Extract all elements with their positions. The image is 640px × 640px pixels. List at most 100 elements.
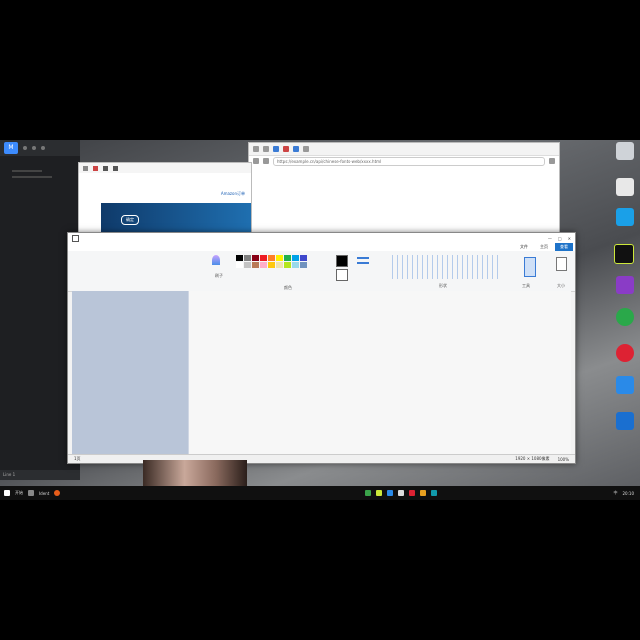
- window-controls: — □ ✕: [548, 236, 571, 241]
- palette-swatch[interactable]: [284, 255, 291, 261]
- palette-swatch[interactable]: [292, 255, 299, 261]
- tab-icon[interactable]: [293, 146, 299, 152]
- palette-swatch[interactable]: [276, 255, 283, 261]
- image-tools-group: 工具: [506, 253, 546, 289]
- app-banner-button[interactable]: 确定: [121, 215, 139, 225]
- app-shortcut-icon[interactable]: [616, 276, 634, 294]
- palette-swatch[interactable]: [260, 255, 267, 261]
- tab-icon[interactable]: [273, 146, 279, 152]
- paint-titlebar: — □ ✕: [68, 233, 575, 243]
- app-icon[interactable]: [409, 490, 416, 496]
- code-line: [12, 170, 42, 172]
- size-group: [353, 253, 373, 289]
- ide-toolbar: M: [0, 140, 80, 156]
- app-shortcut-icon[interactable]: [614, 244, 634, 264]
- tools-group-label: 工具: [522, 283, 530, 288]
- color2-swatch[interactable]: [336, 269, 348, 281]
- address-input[interactable]: https://example.cn/api/chinese-fonts-web…: [273, 156, 545, 166]
- app-shortcut-icon[interactable]: [616, 208, 634, 226]
- shapes-gallery[interactable]: [388, 255, 498, 279]
- home-icon[interactable]: [263, 158, 269, 164]
- palette-swatch[interactable]: [292, 262, 299, 268]
- tab-icon[interactable]: [283, 146, 289, 152]
- color-palette: [236, 255, 307, 268]
- ide-menu-icon[interactable]: [41, 146, 45, 150]
- tab-view[interactable]: 查看: [555, 243, 573, 251]
- ide-logo-icon[interactable]: M: [4, 142, 18, 154]
- app-icon[interactable]: [387, 490, 394, 496]
- size-line-icon[interactable]: [357, 257, 369, 259]
- back-icon[interactable]: [253, 146, 259, 152]
- search-icon[interactable]: [28, 490, 34, 496]
- palette-swatch[interactable]: [268, 255, 275, 261]
- wechat-icon[interactable]: [616, 308, 634, 326]
- tab-home[interactable]: 主页: [535, 243, 553, 251]
- clock[interactable]: 20:10: [622, 491, 634, 496]
- app-icon[interactable]: [398, 490, 405, 496]
- recycle-bin-icon[interactable]: [616, 142, 634, 160]
- window-icon: [72, 234, 79, 242]
- tools-group: 刷子: [204, 253, 234, 289]
- palette-swatch[interactable]: [268, 262, 275, 268]
- clipboard-icon[interactable]: [556, 257, 567, 271]
- shapes-group: 形状: [388, 253, 498, 289]
- tab-icon[interactable]: [303, 146, 309, 152]
- app-icon[interactable]: [376, 490, 383, 496]
- app-icon[interactable]: [54, 490, 61, 496]
- ide-menu-icon[interactable]: [32, 146, 36, 150]
- ide-menu-icon[interactable]: [23, 146, 27, 150]
- palette-swatch[interactable]: [252, 262, 259, 268]
- paint-window: — □ ✕ 文件 主页 查看 刷子 颜色 形状 工具 大小 1页 1920 × …: [67, 232, 576, 464]
- palette-swatch[interactable]: [236, 255, 243, 261]
- selection-pane: [72, 291, 188, 454]
- app-shortcut-icon[interactable]: [616, 376, 634, 394]
- app-icon[interactable]: [365, 490, 372, 496]
- code-line: [12, 176, 52, 178]
- drawing-canvas[interactable]: [189, 291, 571, 454]
- home-icon[interactable]: [113, 165, 118, 171]
- back-icon[interactable]: [83, 165, 88, 171]
- paste-group: 大小: [550, 253, 572, 289]
- palette-swatch[interactable]: [300, 262, 307, 268]
- search-text[interactable]: Ident: [39, 491, 49, 496]
- minimize-button[interactable]: —: [548, 236, 552, 241]
- app-shortcut-icon[interactable]: [616, 412, 634, 430]
- system-tray: 中 20:10: [613, 490, 640, 496]
- start-label[interactable]: 开始: [15, 490, 23, 496]
- palette-swatch[interactable]: [244, 262, 251, 268]
- shapes-group-label: 形状: [439, 283, 447, 288]
- size-group-label: 大小: [557, 283, 565, 288]
- palette-swatch[interactable]: [276, 262, 283, 268]
- close-button[interactable]: ✕: [568, 236, 571, 241]
- app-link[interactable]: Amazon订单: [221, 191, 245, 197]
- photo-thumbnail: [143, 460, 247, 488]
- desktop: M Line 1 https://example.cn/api/chinese-…: [0, 140, 640, 500]
- start-icon[interactable]: [4, 490, 10, 496]
- lang-indicator[interactable]: 中: [613, 490, 617, 496]
- palette-swatch[interactable]: [244, 255, 251, 261]
- app-icon[interactable]: [93, 165, 98, 171]
- app-icon[interactable]: [431, 490, 438, 496]
- maximize-button[interactable]: □: [558, 236, 562, 241]
- color1-swatch[interactable]: [336, 255, 348, 267]
- browser-tabbar: [249, 143, 559, 156]
- refresh-icon[interactable]: [253, 158, 259, 164]
- brush-icon[interactable]: [212, 255, 220, 265]
- palette-swatch[interactable]: [260, 262, 267, 268]
- app-icon[interactable]: [103, 165, 108, 171]
- status-size: 1920 × 1080像素: [515, 456, 550, 461]
- menu-icon[interactable]: [549, 158, 555, 164]
- palette-swatch[interactable]: [252, 255, 259, 261]
- palette-swatch[interactable]: [236, 262, 243, 268]
- chrome-icon[interactable]: [616, 178, 634, 196]
- app-icon[interactable]: [420, 490, 427, 496]
- palette-swatch[interactable]: [300, 255, 307, 261]
- brush-label: 刷子: [215, 273, 223, 278]
- forward-icon[interactable]: [263, 146, 269, 152]
- tab-file[interactable]: 文件: [515, 243, 533, 251]
- palette-swatch[interactable]: [284, 262, 291, 268]
- ide-status: Line 1: [0, 470, 80, 480]
- app-shortcut-icon[interactable]: [616, 344, 634, 362]
- size-line-icon[interactable]: [357, 262, 369, 264]
- select-icon[interactable]: [524, 257, 536, 277]
